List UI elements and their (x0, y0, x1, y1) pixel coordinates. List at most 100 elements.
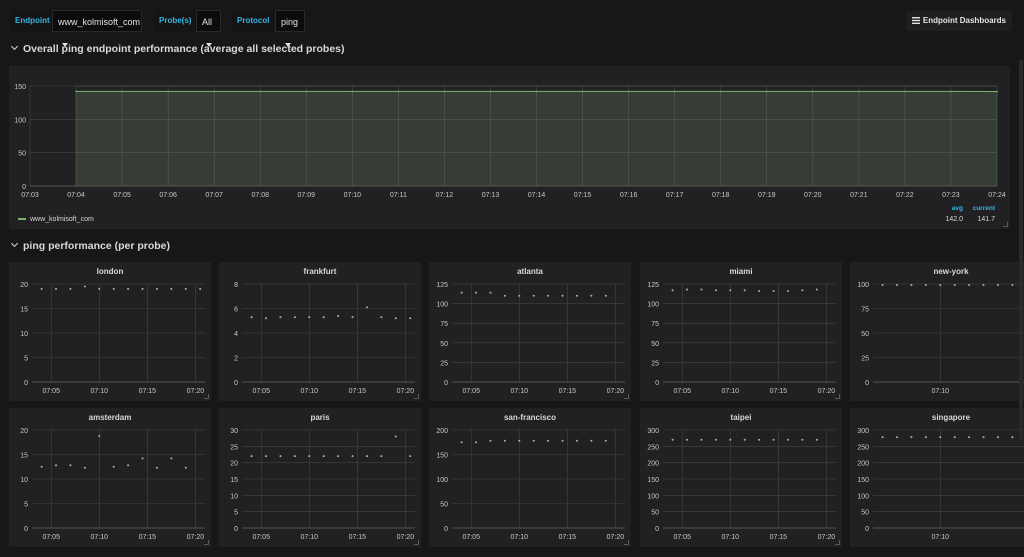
data-point (968, 283, 971, 286)
y-tick-label: 10 (20, 477, 28, 484)
page-scrollbar[interactable] (1019, 60, 1023, 440)
x-tick-label: 07:20 (818, 388, 836, 395)
data-point (409, 317, 412, 320)
endpoint-dashboards-button[interactable]: Endpoint Dashboards (905, 11, 1012, 31)
data-point (671, 438, 674, 441)
x-tick-label: 07:21 (850, 192, 868, 199)
series-point (950, 90, 952, 93)
data-point (155, 287, 158, 290)
series-point (351, 90, 354, 93)
overall-ping-chart: 0 50 100 150 07:03 07:04 07:05 07:06 07:07 07:08 0… (14, 84, 1006, 223)
probe-chart-paris: paris 0 5 10 15 20 25 30 07:05 07:10 07:15 07:20 (230, 413, 415, 541)
data-point (996, 436, 999, 439)
resize-handle[interactable] (414, 394, 419, 399)
data-point (460, 441, 463, 444)
data-point (518, 439, 521, 442)
probe-chart-singapore: singapore05010015020025030007:1007:20 (857, 413, 1024, 541)
x-tick-label: 07:20 (607, 534, 625, 541)
top-bar: Endpoint www_kolmisoft_com Probe(s) All … (0, 0, 1024, 47)
series-point (996, 90, 998, 93)
x-tick-label: 07:10 (511, 388, 529, 395)
data-point (910, 436, 913, 439)
data-point (924, 283, 927, 286)
data-point (69, 287, 72, 290)
data-point (1011, 436, 1014, 439)
data-point (127, 464, 130, 467)
probe-chart-atlanta: atlanta 0 25 50 75 100 125 07:05 07:10 07:15 07:20 (436, 267, 625, 395)
x-tick-label: 07:18 (712, 192, 730, 199)
y-tick-label: 0 (444, 526, 448, 533)
protocol-label: Protocol (232, 10, 275, 32)
probe-panel-san-francisco: san-francisco 0 50 100 150 200 07:05 07:10 07:15… (429, 408, 631, 547)
data-point (98, 434, 101, 437)
x-tick-label: 07:11 (390, 192, 407, 199)
y-tick-label: 0 (655, 380, 659, 387)
resize-handle[interactable] (204, 540, 209, 545)
y-tick-label: 125 (647, 282, 659, 289)
panel-title: london (97, 267, 124, 276)
resize-handle[interactable] (204, 394, 209, 399)
resize-handle[interactable] (835, 540, 840, 545)
probe-chart-miami: miami 0 25 50 75 100 125 07:05 07:10 07:15 07:20 (647, 267, 836, 395)
y-tick-label: 2 (234, 356, 238, 363)
data-point (547, 294, 550, 297)
data-point (686, 288, 689, 291)
y-tick-label: 10 (230, 493, 238, 500)
series-point (305, 90, 308, 93)
resize-handle[interactable] (624, 540, 629, 545)
y-tick-label: 15 (230, 477, 238, 484)
series-point (904, 90, 906, 93)
data-point (939, 436, 942, 439)
x-tick-label: 07:20 (607, 388, 625, 395)
probe-chart-london: london 0 5 10 15 20 07:05 07:10 07:15 07:20 (20, 267, 205, 395)
data-point (982, 283, 985, 286)
data-point (743, 289, 746, 292)
y-tick-label: 8 (234, 282, 238, 289)
data-point (604, 294, 607, 297)
x-tick-label: 07:12 (436, 192, 454, 199)
y-tick-label: 300 (647, 428, 659, 435)
legend-current-value: 141.7 (977, 216, 995, 223)
protocol-value: ping (281, 17, 299, 27)
data-point (293, 316, 296, 319)
x-tick-label: 07:17 (666, 192, 684, 199)
series-point (627, 90, 630, 93)
x-tick-label: 07:09 (298, 192, 316, 199)
y-tick-label: 50 (440, 341, 448, 348)
probe-chart-amsterdam: amsterdam 0 5 10 15 20 07:05 07:10 07:15 07:20 (20, 413, 205, 541)
resize-handle[interactable] (624, 394, 629, 399)
row-header-overall[interactable]: Overall ping endpoint performance (avera… (10, 42, 345, 55)
x-tick-label: 07:08 (251, 192, 269, 199)
row-header-per-probe[interactable]: ping performance (per probe) (10, 239, 170, 252)
data-point (394, 317, 397, 320)
probe-panel-singapore: singapore05010015020025030007:1007:20 (850, 408, 1024, 547)
series-point (397, 90, 400, 93)
y-tick-label: 5 (24, 356, 28, 363)
row-title-overall: Overall ping endpoint performance (avera… (23, 43, 345, 55)
data-point (590, 294, 593, 297)
probes-select[interactable]: All (196, 10, 221, 47)
endpoint-select[interactable]: www_kolmisoft_com (52, 10, 142, 47)
series-point (443, 90, 446, 93)
y-tick-label: 100 (436, 302, 448, 309)
protocol-select[interactable]: ping (275, 10, 305, 47)
data-point (503, 294, 506, 297)
y-tick-label: 25 (230, 444, 238, 451)
data-point (815, 438, 818, 441)
data-point (55, 464, 58, 467)
y-tick-label: 0 (22, 184, 26, 191)
data-point (279, 455, 282, 458)
resize-handle[interactable] (1003, 222, 1008, 227)
y-tick-label: 20 (230, 461, 238, 468)
resize-handle[interactable] (414, 540, 419, 545)
resize-handle[interactable] (835, 394, 840, 399)
panel-title: amsterdam (89, 413, 132, 422)
y-tick-label: 0 (655, 526, 659, 533)
y-tick-label: 10 (20, 331, 28, 338)
x-tick-label: 07:20 (187, 388, 205, 395)
series-point (673, 90, 676, 93)
x-tick-label: 07:05 (252, 534, 270, 541)
x-tick-label: 07:10 (301, 388, 319, 395)
panel-title: taipei (731, 413, 752, 422)
data-point (815, 288, 818, 291)
